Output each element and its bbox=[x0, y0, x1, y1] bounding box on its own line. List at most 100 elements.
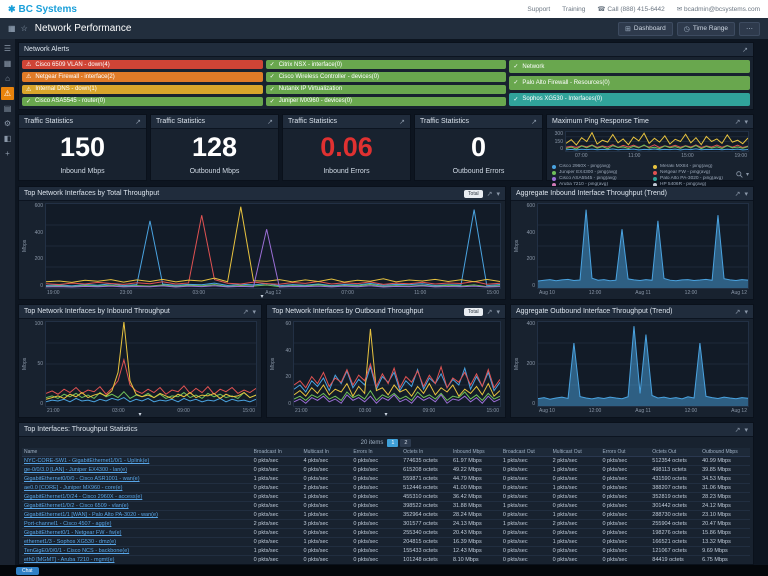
more-options-icon: ⋯ bbox=[746, 25, 753, 33]
chevron-down-icon[interactable]: ▾ bbox=[744, 190, 748, 198]
expand-icon[interactable]: ↗ bbox=[135, 118, 141, 126]
topbar-link-phone[interactable]: ☎ Call (888) 415-6442 bbox=[597, 5, 664, 13]
expand-icon[interactable]: ↗ bbox=[742, 46, 748, 54]
panel-network-alerts: Network Alerts ↗ ⚠ Cisco 6509 VLAN - down… bbox=[18, 42, 754, 110]
column-header[interactable]: Outbound Mbps bbox=[700, 448, 750, 457]
app-header: ▦ ☆ Network Performance ⊞ Dashboard ◷ Time … bbox=[0, 18, 768, 39]
sidebar-item-dashboards[interactable]: ▦ bbox=[1, 57, 14, 70]
chevron-down-icon[interactable]: ▾ bbox=[496, 308, 500, 316]
column-header[interactable]: Octets Out bbox=[650, 448, 701, 457]
alert-chip-green[interactable]: ✓ Palo Alto Firewall - Resources(0) bbox=[509, 76, 750, 90]
chevron-down-icon[interactable]: ▾ bbox=[252, 308, 256, 316]
expand-icon[interactable]: ↗ bbox=[735, 118, 741, 126]
expand-icon[interactable]: ↗ bbox=[735, 308, 741, 316]
brand-logo[interactable]: ✱ BC Systems bbox=[8, 4, 77, 15]
alert-chip-green[interactable]: ✓ Citrix NSX - interface(0) bbox=[265, 60, 507, 70]
alert-chip-yellow[interactable]: ⚠ Internal DNS - down(1) bbox=[22, 84, 263, 94]
add-dashboard-button[interactable]: ⊞ Dashboard bbox=[618, 21, 673, 36]
interface-link[interactable]: ethernet1/3 - Sophos XG530 - dmz(e) bbox=[24, 539, 116, 545]
ping-tools: ▾ bbox=[736, 171, 749, 178]
check-icon: ✓ bbox=[269, 74, 275, 81]
x-axis-ticks: 07:00 11:00 15:00 19:00 bbox=[575, 153, 747, 159]
interface-link[interactable]: Port-channel1 - Cisco 4507 - agg(e) bbox=[24, 521, 111, 527]
expand-icon[interactable]: ↗ bbox=[735, 190, 741, 198]
interface-link[interactable]: eth0 [MGMT] - Aruba 7210 - mgmt(e) bbox=[24, 557, 114, 563]
interface-link[interactable]: TenGigE0/0/0/1 - Cisco NCS - backbone(e) bbox=[24, 548, 129, 554]
favorite-star-icon[interactable]: ☆ bbox=[21, 24, 28, 33]
interface-link[interactable]: GigabitEthernet1/0/24 - Cisco 2960X - ac… bbox=[24, 494, 142, 500]
expand-icon[interactable]: ↗ bbox=[735, 426, 741, 434]
interface-link[interactable]: GigabitEthernet0/1 - Netgear FW - fw(e) bbox=[24, 530, 122, 536]
panel-aggregate-outbound: Aggregate Outbound Interface Throughput … bbox=[510, 304, 754, 418]
panel-traffic-inbound-mbps: Traffic Statistics ↗ 150 Inbound Mbps bbox=[18, 114, 147, 181]
expand-icon[interactable]: ↗ bbox=[531, 118, 537, 126]
column-header[interactable]: Multicast Out bbox=[550, 448, 601, 457]
resize-caret-icon[interactable]: ▾ bbox=[138, 412, 141, 418]
resize-caret-icon[interactable]: ▾ bbox=[260, 294, 263, 300]
page-button-1[interactable]: 1 bbox=[387, 438, 399, 447]
sidebar-item-add[interactable]: + bbox=[1, 147, 14, 160]
expand-icon[interactable]: ↗ bbox=[399, 118, 405, 126]
alert-chip-red[interactable]: ⚠ Cisco 6509 VLAN - down(4) bbox=[22, 60, 263, 70]
column-header[interactable]: Multicast In bbox=[301, 448, 352, 457]
expand-icon[interactable]: ↗ bbox=[487, 308, 493, 316]
expand-icon[interactable]: ↗ bbox=[243, 308, 249, 316]
topbar-link-training[interactable]: Training bbox=[562, 6, 585, 13]
chevron-down-icon[interactable]: ▾ bbox=[496, 190, 500, 198]
expand-icon[interactable]: ↗ bbox=[487, 190, 493, 198]
search-icon[interactable] bbox=[736, 171, 743, 178]
column-header[interactable]: Broadcast Out bbox=[500, 448, 551, 457]
panel-title: Top Network Interfaces by Total Throughp… bbox=[24, 190, 160, 197]
panel-top-outbound-throughput: Top Network Interfaces by Outbound Throu… bbox=[266, 304, 506, 418]
topbar-link-support[interactable]: Support bbox=[527, 6, 550, 13]
interface-link[interactable]: GigabitEthernet1/0/2 - Cisco 6509 - vlan… bbox=[24, 503, 129, 509]
alert-chip-green[interactable]: ✓ Juniper MX960 - devices(0) bbox=[265, 96, 507, 106]
interface-link[interactable]: NYC-CORE-SW1 - GigabitEthernet1/0/1 - Up… bbox=[24, 458, 149, 464]
alert-chip-green[interactable]: ✓ Cisco ASA5545 - router(0) bbox=[22, 96, 263, 106]
column-header[interactable]: Octets In bbox=[401, 448, 451, 457]
chevron-down-icon[interactable]: ▾ bbox=[744, 118, 748, 126]
column-header[interactable]: Errors Out bbox=[600, 448, 651, 457]
dashboard-grid-icon[interactable]: ▦ bbox=[8, 24, 16, 33]
more-options-button[interactable]: ⋯ bbox=[739, 21, 760, 36]
interface-link[interactable]: ae0.0 [CORE] - Juniper MX960 - core(e) bbox=[24, 485, 122, 491]
alert-chip-green[interactable]: ✓ Network bbox=[509, 60, 750, 74]
column-header[interactable]: Name bbox=[22, 448, 252, 457]
panel-top-total-throughput: Top Network Interfaces by Total Throughp… bbox=[18, 186, 506, 300]
topbar-link-email[interactable]: ✉ bcadmin@bcsystems.com bbox=[677, 5, 760, 13]
total-badge[interactable]: Total bbox=[464, 307, 483, 316]
sidebar-item-logs[interactable]: ◧ bbox=[1, 132, 14, 145]
interface-link[interactable]: GigabitEthernet0/0/0 - Cisco ASR1001 - w… bbox=[24, 476, 140, 482]
chevron-down-icon[interactable]: ▾ bbox=[744, 308, 748, 316]
chevron-down-icon[interactable]: ▾ bbox=[744, 426, 748, 434]
page-button-2[interactable]: 2 bbox=[400, 438, 412, 447]
page-title: Network Performance bbox=[34, 23, 132, 34]
sidebar-item-settings[interactable]: ⚙ bbox=[1, 117, 14, 130]
stat-value: 128 bbox=[191, 132, 238, 162]
sidebar-item-resources[interactable]: ⌂ bbox=[1, 72, 14, 85]
interface-link[interactable]: ge-0/0/3.0 [LAN] - Juniper EX4300 - lan(… bbox=[24, 467, 127, 473]
legend-dot-icon bbox=[552, 164, 556, 169]
chevron-down-icon[interactable]: ▾ bbox=[746, 171, 749, 178]
check-icon: ✓ bbox=[513, 96, 519, 103]
y-axis-label: Mbps bbox=[22, 239, 28, 253]
time-range-button[interactable]: ◷ Time Range bbox=[676, 21, 735, 36]
resize-caret-icon[interactable]: ▾ bbox=[384, 412, 387, 418]
alert-chip-green[interactable]: ✓ Nutanix IP Virtualization bbox=[265, 84, 507, 94]
table-row: ethernet1/3 - Sophos XG530 - dmz(e) 0 pkt… bbox=[22, 537, 750, 547]
sidebar-item-alerts[interactable]: ⚠ bbox=[1, 87, 14, 100]
sidebar-item-menu[interactable]: ☰ bbox=[1, 42, 14, 55]
brand-name: BC Systems bbox=[18, 3, 77, 15]
column-header[interactable]: Broadcast In bbox=[251, 448, 302, 457]
chat-button[interactable]: Chat bbox=[16, 566, 39, 575]
column-header[interactable]: Errors In bbox=[351, 448, 402, 457]
total-badge[interactable]: Total bbox=[464, 189, 483, 198]
column-header[interactable]: Inbound Mbps bbox=[450, 448, 501, 457]
interface-link[interactable]: GigabitEthernet1/1 [WAN] - Palo Alto PA-… bbox=[24, 512, 158, 518]
check-icon: ✓ bbox=[269, 62, 275, 69]
alert-chip-teal[interactable]: ✓ Sophos XG530 - Interfaces(0) bbox=[509, 92, 750, 106]
alert-chip-orange[interactable]: ⚠ Netgear Firewall - interface(2) bbox=[22, 72, 263, 82]
expand-icon[interactable]: ↗ bbox=[267, 118, 273, 126]
alert-chip-green[interactable]: ✓ Cisco Wireless Controller - devices(0) bbox=[265, 72, 507, 82]
sidebar-item-reports[interactable]: ▤ bbox=[1, 102, 14, 115]
